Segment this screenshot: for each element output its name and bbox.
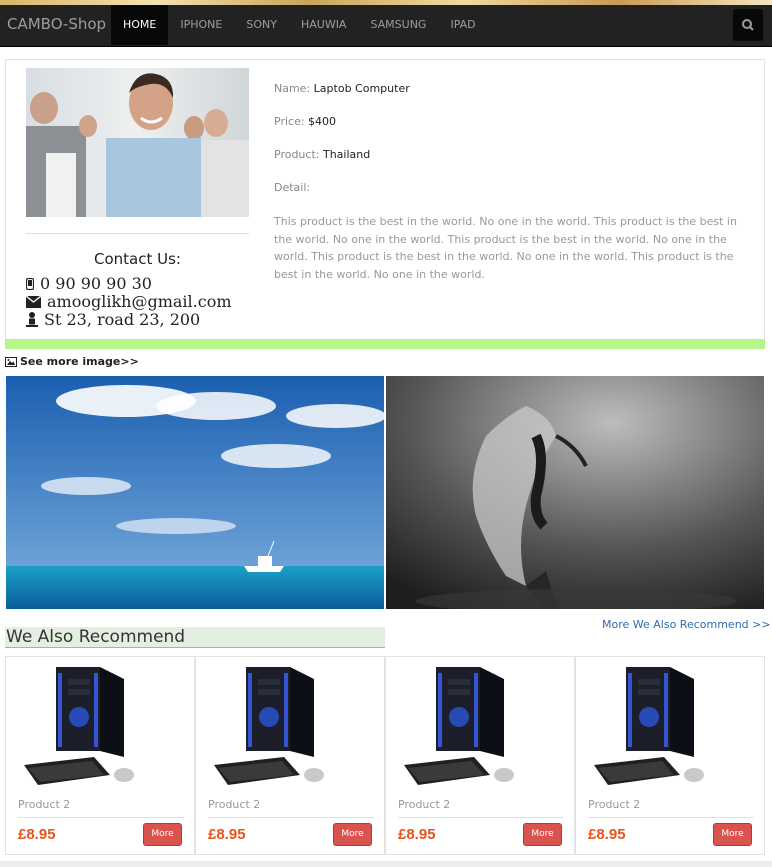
envelope-icon bbox=[26, 295, 41, 308]
nav-item-ipad[interactable]: IPAD bbox=[438, 5, 487, 45]
nav-item-iphone[interactable]: IPHONE bbox=[168, 5, 234, 45]
more-button[interactable]: More bbox=[333, 823, 372, 846]
nav-item-sony[interactable]: SONY bbox=[234, 5, 289, 45]
panel-accent-bar bbox=[5, 339, 765, 349]
contact-address-text: St 23, road 23, 200 bbox=[44, 310, 201, 329]
nav-item-samsung[interactable]: SAMSUNG bbox=[358, 5, 438, 45]
card-divider bbox=[18, 817, 184, 818]
product-origin-row: Product: Thailand bbox=[274, 148, 370, 161]
nav-item-home[interactable]: HOME bbox=[111, 5, 169, 45]
product-card[interactable]: Product 2 £8.95 More bbox=[5, 656, 195, 855]
product-price: £8.95 bbox=[398, 826, 436, 843]
search-button[interactable] bbox=[733, 9, 763, 41]
see-more-images-text: See more image>> bbox=[20, 355, 139, 368]
more-button[interactable]: More bbox=[143, 823, 182, 846]
product-price: £8.95 bbox=[588, 826, 626, 843]
product-description: This product is the best in the world. N… bbox=[274, 215, 737, 281]
product-origin-value: Thailand bbox=[322, 148, 371, 161]
product-detail-row: Detail: bbox=[274, 181, 310, 194]
person-icon bbox=[26, 312, 38, 327]
product-price-row: Price: $400 bbox=[274, 115, 336, 128]
product-card[interactable]: Product 2 £8.95 More bbox=[195, 656, 385, 855]
card-divider bbox=[208, 817, 374, 818]
image-icon bbox=[5, 356, 17, 367]
product-name[interactable]: Product 2 bbox=[398, 798, 450, 811]
contact-divider bbox=[26, 233, 249, 234]
product-price-value: $400 bbox=[308, 115, 337, 128]
recommend-title: We Also Recommend bbox=[5, 627, 385, 648]
card-divider bbox=[588, 817, 754, 818]
product-detail-label: Detail: bbox=[274, 181, 311, 194]
product-name-value: Laptob Computer bbox=[313, 82, 410, 95]
product-origin-label: Product: bbox=[274, 148, 320, 161]
product-name[interactable]: Product 2 bbox=[208, 798, 260, 811]
product-image bbox=[594, 667, 704, 785]
product-name[interactable]: Product 2 bbox=[588, 798, 640, 811]
contact-email-text[interactable]: amooglikh@gmail.com bbox=[47, 292, 232, 311]
contact-phone: 0 90 90 90 30 bbox=[26, 274, 152, 293]
product-card[interactable]: Product 2 £8.95 More bbox=[385, 656, 575, 855]
product-image bbox=[24, 667, 134, 785]
see-more-images-link[interactable]: See more image>> bbox=[5, 355, 139, 368]
more-recommend-link[interactable]: More We Also Recommend >> bbox=[602, 618, 771, 631]
product-price: £8.95 bbox=[18, 826, 56, 843]
product-name-row: Name: Laptob Computer bbox=[274, 82, 410, 95]
product-price-label: Price: bbox=[274, 115, 305, 128]
contact-phone-text: 0 90 90 90 30 bbox=[40, 274, 152, 293]
more-button[interactable]: More bbox=[713, 823, 752, 846]
main-nav: HOME IPHONE SONY HAUWIA SAMSUNG IPAD bbox=[111, 5, 488, 45]
product-name[interactable]: Product 2 bbox=[18, 798, 70, 811]
nav-item-hauwia[interactable]: HAUWIA bbox=[289, 5, 359, 45]
product-image bbox=[404, 667, 514, 785]
product-card[interactable]: Product 2 £8.95 More bbox=[575, 656, 765, 855]
contact-email: amooglikh@gmail.com bbox=[26, 292, 232, 311]
profile-photo bbox=[26, 68, 249, 217]
contact-title: Contact Us: bbox=[94, 250, 181, 268]
search-icon bbox=[742, 19, 754, 31]
card-divider bbox=[398, 817, 564, 818]
navbar: CAMBO-Shop HOME IPHONE SONY HAUWIA SAMSU… bbox=[0, 5, 772, 47]
brand-logo[interactable]: CAMBO-Shop bbox=[7, 15, 106, 33]
product-name-label: Name: bbox=[274, 82, 311, 95]
gallery-image-underwater[interactable] bbox=[386, 376, 764, 609]
product-image bbox=[214, 667, 324, 785]
gallery-image-sea-boat[interactable] bbox=[6, 376, 384, 609]
mobile-phone-icon bbox=[26, 277, 34, 290]
footer-strip bbox=[0, 861, 772, 867]
contact-address: St 23, road 23, 200 bbox=[26, 310, 200, 329]
product-price: £8.95 bbox=[208, 826, 246, 843]
more-button[interactable]: More bbox=[523, 823, 562, 846]
